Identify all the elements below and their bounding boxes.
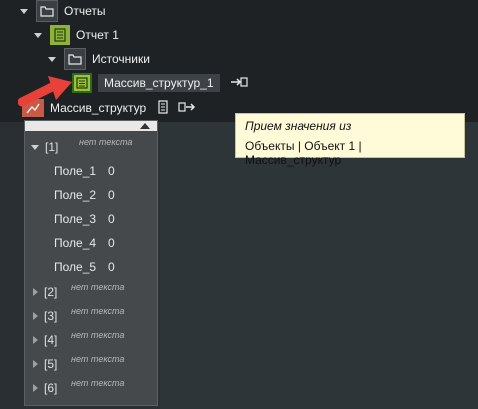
chevron-right-icon[interactable] [33,312,38,320]
chevron-right-icon[interactable] [33,384,38,392]
empty-text: нет текста [71,330,125,340]
folder-icon [64,48,86,70]
tree-item-reports[interactable]: Отчеты [20,0,105,22]
field-name: Поле_1 [54,164,97,178]
collapse-up-icon[interactable] [140,123,150,129]
field-value[interactable]: 0 [108,164,115,178]
field-value[interactable]: 0 [108,212,115,226]
report-icon[interactable] [158,99,168,117]
empty-text: нет текста [71,282,125,292]
tooltip-title: Прием значения из [245,119,352,133]
empty-text: нет текста [71,378,125,388]
empty-text: нет текста [71,354,125,364]
tree-item-label: Массив_структур_1 [98,74,220,92]
empty-text: нет текста [79,137,133,147]
folder-icon [36,0,58,22]
field-row: Поле_2 0 [25,185,159,205]
list-item[interactable]: [4] нет текста [25,330,159,350]
list-item[interactable]: [3] нет текста [25,306,159,326]
chevron-right-icon[interactable] [33,360,38,368]
chevron-right-icon[interactable] [33,336,38,344]
empty-text: нет текста [71,306,125,316]
tree-item-report-1[interactable]: Отчет 1 [34,24,119,46]
tree-item-label: Отчеты [64,4,106,18]
field-value[interactable]: 0 [108,260,115,274]
tree-item-label: Источники [92,52,150,66]
item-index: [4] [44,333,58,347]
field-value[interactable]: 0 [108,236,115,250]
field-name: Поле_5 [54,260,97,274]
chevron-right-icon[interactable] [33,288,38,296]
tooltip-path: Объекты | Объект 1 | Массив_структур [245,139,362,167]
red-arrow-icon [18,76,72,107]
tree-item-label: Отчет 1 [76,28,119,42]
chevron-down-icon[interactable] [20,8,28,14]
panel-header[interactable] [25,121,157,131]
field-row: Поле_5 0 [25,257,159,277]
field-name: Поле_2 [54,188,97,202]
output-arrow-icon[interactable] [230,76,248,91]
item-index: [3] [44,309,58,323]
list-item-expanded[interactable]: [1] нет текста [25,137,159,157]
field-row: Поле_4 0 [25,233,159,253]
struct-array-panel[interactable]: [1] нет текста Поле_1 0 Поле_2 0 Поле_3 … [24,120,158,406]
item-index: [1] [45,140,59,154]
output-arrow-icon[interactable] [178,101,196,116]
field-row: Поле_1 0 [25,161,159,181]
item-index: [2] [44,285,58,299]
tooltip: Прием значения из Объекты | Объект 1 | М… [235,113,465,167]
list-item[interactable]: [6] нет текста [25,378,159,398]
field-name: Поле_3 [54,212,97,226]
field-name: Поле_4 [54,236,97,250]
chevron-down-icon[interactable] [48,56,56,62]
field-row: Поле_3 0 [25,209,159,229]
item-index: [5] [44,357,58,371]
tree-item-sources[interactable]: Источники [48,48,150,70]
list-item[interactable]: [2] нет текста [25,282,159,302]
chevron-down-icon[interactable] [31,144,39,150]
tree-item-struct-array-1[interactable]: Массив_структур_1 [72,72,248,94]
field-value[interactable]: 0 [108,188,115,202]
report-icon [50,25,70,45]
chevron-down-icon[interactable] [34,32,42,38]
item-index: [6] [44,381,58,395]
list-item[interactable]: [5] нет текста [25,354,159,374]
